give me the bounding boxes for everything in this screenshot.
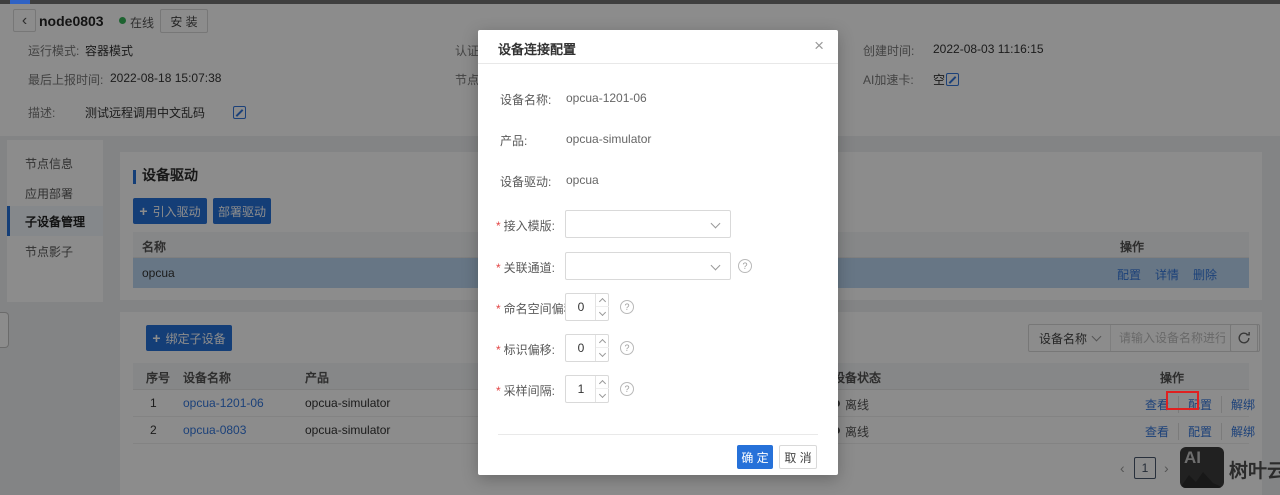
field-label-device-name: 设备名称: xyxy=(500,93,552,107)
help-icon[interactable] xyxy=(620,341,634,355)
top-edge-strip xyxy=(0,0,1280,4)
namespace-offset-value: 0 xyxy=(577,300,585,314)
stepper-up-icon[interactable] xyxy=(596,294,609,307)
help-icon[interactable] xyxy=(620,382,634,396)
namespace-offset-input[interactable]: 0 xyxy=(565,293,609,321)
sample-interval-value: 1 xyxy=(577,382,585,396)
dialog-header: 设备连接配置 × xyxy=(478,30,838,64)
field-value-device-driver: opcua xyxy=(566,173,599,187)
device-connect-config-dialog: 设备连接配置 × 设备名称: opcua-1201-06 产品: opcua-s… xyxy=(478,30,838,475)
cancel-button[interactable]: 取 消 xyxy=(779,445,817,469)
field-label-product: 产品: xyxy=(500,134,528,148)
access-template-select[interactable] xyxy=(565,210,731,238)
field-value-device-name: opcua-1201-06 xyxy=(566,91,647,105)
required-mark: * xyxy=(496,219,501,233)
dialog-title: 设备连接配置 xyxy=(498,42,577,57)
field-label-sample-interval: * 采样间隔: xyxy=(496,384,556,398)
required-mark: * xyxy=(496,302,501,316)
screen: ‹ node0803 在线 安 装 运行模式: 容器模式 认证方 创建时间: 2… xyxy=(0,0,1280,495)
field-label-id-offset: * 标识偏移: xyxy=(496,343,556,357)
stepper-down-icon[interactable] xyxy=(596,389,609,402)
chevron-down-icon xyxy=(710,218,721,229)
field-value-product: opcua-simulator xyxy=(566,132,652,146)
cancel-button-label: 取 消 xyxy=(784,450,812,465)
chevron-down-icon xyxy=(710,260,721,271)
required-mark: * xyxy=(496,384,501,398)
required-mark: * xyxy=(496,261,501,275)
stepper-up-icon[interactable] xyxy=(596,335,609,348)
id-offset-input[interactable]: 0 xyxy=(565,334,609,362)
id-offset-value: 0 xyxy=(577,341,585,355)
close-icon[interactable]: × xyxy=(814,36,824,56)
field-label-device-driver: 设备驱动: xyxy=(500,175,552,189)
field-label-access-template: * 接入模版: xyxy=(496,219,556,233)
annotation-highlight-box xyxy=(1166,391,1199,410)
help-icon[interactable] xyxy=(620,300,634,314)
stepper-down-icon[interactable] xyxy=(596,348,609,361)
ok-button-label: 确 定 xyxy=(741,450,769,465)
help-icon[interactable] xyxy=(738,259,752,273)
number-stepper xyxy=(595,376,609,402)
number-stepper xyxy=(595,335,609,361)
ok-button[interactable]: 确 定 xyxy=(737,445,773,469)
top-edge-accent xyxy=(10,0,30,4)
channel-select[interactable] xyxy=(565,252,731,280)
number-stepper xyxy=(595,294,609,320)
sample-interval-input[interactable]: 1 xyxy=(565,375,609,403)
stepper-up-icon[interactable] xyxy=(596,376,609,389)
stepper-down-icon[interactable] xyxy=(596,307,609,320)
dialog-footer-divider xyxy=(498,434,818,435)
required-mark: * xyxy=(496,343,501,357)
field-label-channel: * 关联通道: xyxy=(496,261,556,275)
